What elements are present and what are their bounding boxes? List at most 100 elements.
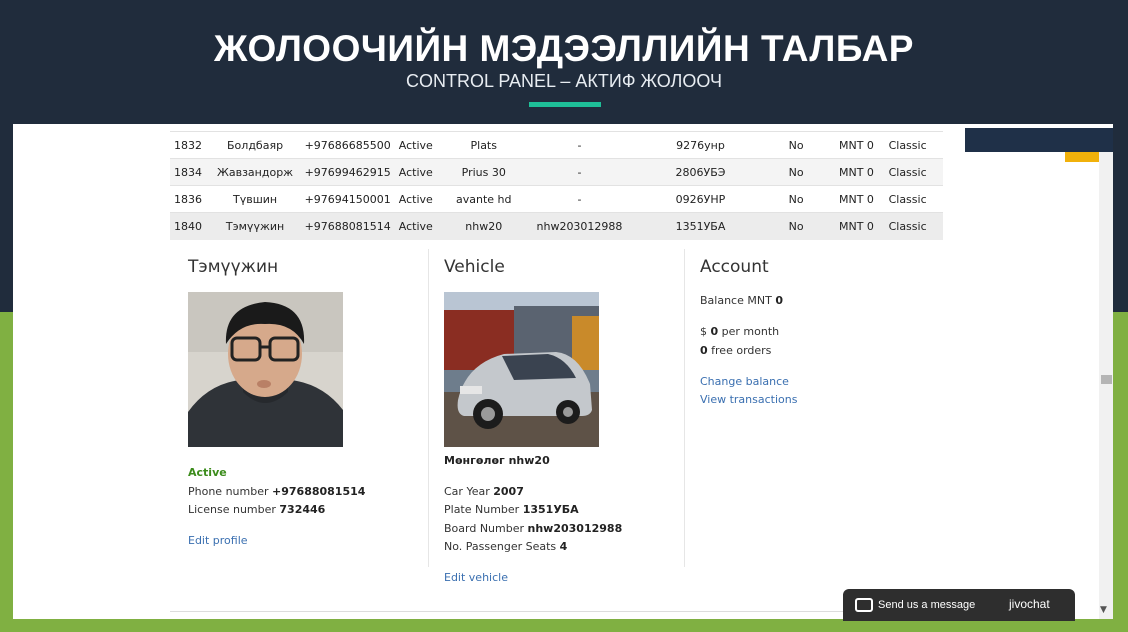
vehicle-panel: Vehicle Мөнгөлөг nhw20 Car Year 2007 Pla… [444,249,684,584]
board-value: nhw203012988 [527,522,623,535]
plan-cell: Classic [884,131,943,159]
chat-brand: jivochat [1009,597,1050,611]
panel-bottom-border [170,611,943,612]
flag-cell: No [763,185,829,213]
driver-id: 1840 [170,212,210,240]
vehicle-heading: Vehicle [444,257,505,277]
page-scrollbar[interactable] [1099,152,1113,619]
slide-subtitle: CONTROL PANEL – АКТИФ ЖОЛООЧ [406,71,722,91]
board-number: - [521,185,638,213]
plan-cell: Classic [884,212,943,240]
change-balance-link[interactable]: Change balance [700,375,789,388]
plate-number: 1351УБА [637,212,764,240]
flag-cell: No [763,131,829,159]
driver-status-cell: Active [394,131,446,159]
board-number: nhw203012988 [521,212,638,240]
yellow-tab[interactable] [1065,152,1099,162]
driver-photo [188,292,343,447]
vehicle-photo [444,292,599,447]
driver-id: 1834 [170,158,210,186]
balance-value: 0 [775,294,783,307]
driver-name: Болдбаяр [209,131,301,159]
balance-cell: MNT 0 [828,212,885,240]
phone-label: Phone number [188,485,269,498]
driver-photo-image [188,292,343,447]
driver-id: 1836 [170,185,210,213]
scroll-down-arrow-icon[interactable]: ▼ [1100,605,1107,615]
driver-id: 1832 [170,131,210,159]
admin-screenshot: 1832 Болдбаяр +97686685500 Active Plats -9276… [13,124,1113,619]
driver-name: Жавзандорж [209,158,301,186]
plate-number: 9276унр [637,131,764,159]
license-value: 732446 [279,503,326,516]
panel-divider [428,249,429,567]
driver-name: Тэмүүжин [209,212,301,240]
driver-phone: +97686685500 [300,131,395,159]
board-row: Board Number nhw203012988 [444,522,622,535]
board-number: - [521,158,638,186]
per-month-value: 0 [710,325,719,338]
flag-cell: No [763,158,829,186]
driver-status: Active [188,466,227,479]
phone-value: +97688081514 [272,485,366,498]
table-row[interactable]: 1836 Түвшин +97694150001 Active avante hd -09… [170,185,943,213]
plan-cell: Classic [884,158,943,186]
vehicle-model: nhw20 [445,212,522,240]
table-row[interactable]: 1834 Жавзандорж +97699462915 Active Prius 30… [170,158,943,186]
top-right-navbar [965,128,1113,152]
car-year-label: Car Year [444,485,490,498]
balance-row: Balance MNT 0 [700,294,783,307]
per-month-prefix: $ [700,325,707,338]
view-transactions-link[interactable]: View transactions [700,393,797,406]
scrollbar-thumb[interactable] [1101,375,1112,384]
message-icon [855,598,873,612]
balance-cell: MNT 0 [828,131,885,159]
plate-row: Plate Number 1351УБА [444,503,579,516]
drivers-table: 1832 Болдбаяр +97686685500 Active Plats -9276… [170,131,943,240]
seats-value: 4 [559,540,568,553]
account-heading: Account [700,257,769,277]
car-year-row: Car Year 2007 [444,485,524,498]
driver-phone: +97699462915 [300,158,395,186]
license-label: License number [188,503,276,516]
per-month-suffix: per month [721,325,780,338]
plan-cell: Classic [884,185,943,213]
title-underline [529,102,601,107]
panel-divider [684,249,685,567]
slide-title: ЖОЛООЧИЙН МЭДЭЭЛЛИЙН ТАЛБАР [214,28,914,69]
plate-number: 0926УНР [637,185,764,213]
table-row[interactable]: 1840 Тэмүүжин +97688081514 Active nhw20 nhw20… [170,212,943,240]
edit-profile-link[interactable]: Edit profile [188,534,248,547]
driver-panel: Тэмүүжин Active Phone number +9768808151… [188,249,428,569]
driver-license-row: License number 732446 [188,503,325,516]
flag-cell: No [763,212,829,240]
chat-widget[interactable]: Send us a message jivochat [843,589,1075,621]
table-row[interactable]: 1832 Болдбаяр +97686685500 Active Plats -9276… [170,131,943,159]
per-month-row: $ 0 per month [700,325,779,338]
driver-phone: +97694150001 [300,185,395,213]
free-orders-row: 0 free orders [700,344,771,357]
drivers-table-grid: 1832 Болдбаяр +97686685500 Active Plats -9276… [170,131,943,240]
seats-label: No. Passenger Seats [444,540,557,553]
free-orders-label: free orders [711,344,772,357]
vehicle-title: Мөнгөлөг nhw20 [444,454,550,467]
driver-phone: +97688081514 [300,212,395,240]
plate-number: 2806УБЭ [637,158,764,186]
plate-label: Plate Number [444,503,520,516]
balance-cell: MNT 0 [828,158,885,186]
vehicle-model: Plats [445,131,522,159]
driver-status-cell: Active [394,185,446,213]
board-label: Board Number [444,522,525,535]
plate-value: 1351УБА [522,503,579,516]
seats-row: No. Passenger Seats 4 [444,540,567,553]
edit-vehicle-link[interactable]: Edit vehicle [444,571,508,584]
balance-label: Balance MNT [700,294,772,307]
driver-status-cell: Active [394,212,446,240]
board-number: - [521,131,638,159]
driver-phone-row: Phone number +97688081514 [188,485,365,498]
chat-label: Send us a message [878,599,976,611]
vehicle-model: Prius 30 [445,158,522,186]
balance-cell: MNT 0 [828,185,885,213]
vehicle-model: avante hd [445,185,522,213]
driver-name-heading: Тэмүүжин [188,257,279,277]
